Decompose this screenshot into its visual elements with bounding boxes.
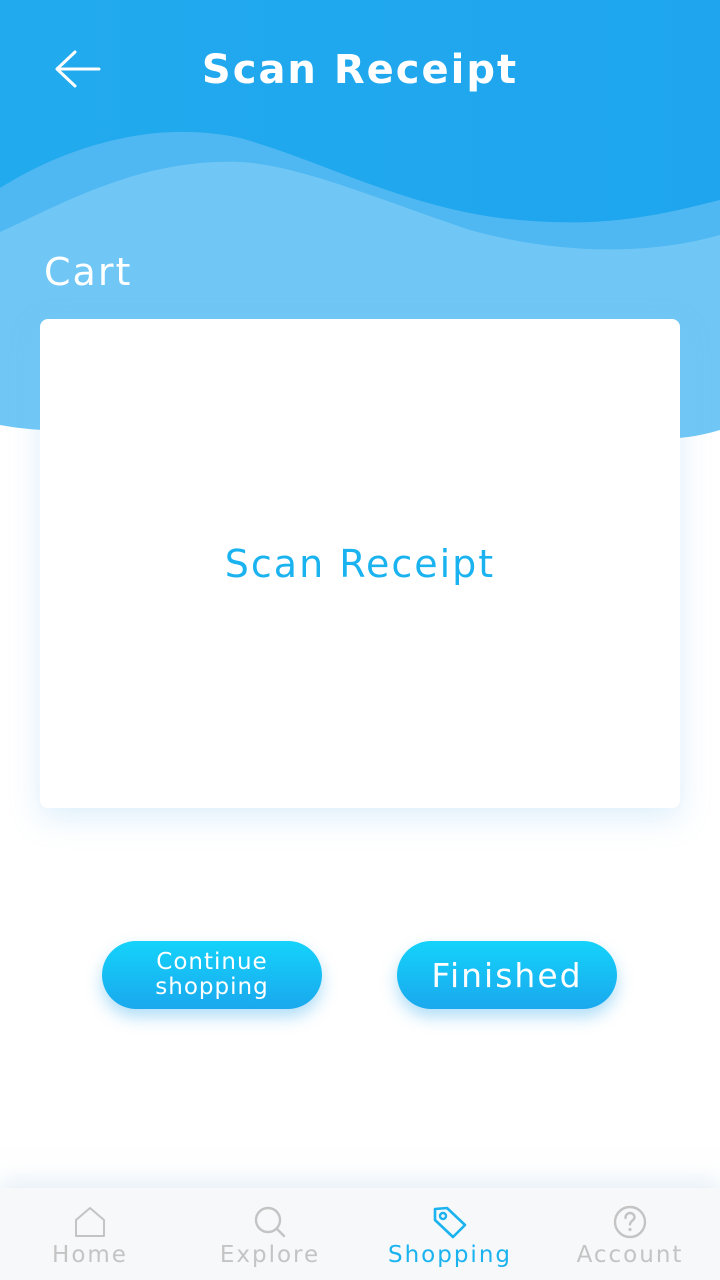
continue-shopping-button[interactable]: Continue shopping <box>102 941 322 1009</box>
app-header: Scan Receipt <box>0 0 720 140</box>
nav-item-account[interactable]: Account <box>540 1188 720 1280</box>
nav-label-explore: Explore <box>219 1242 321 1268</box>
continue-shopping-label: Continue shopping <box>155 949 269 1000</box>
nav-label-shopping: Shopping <box>387 1242 512 1268</box>
nav-item-explore[interactable]: Explore <box>180 1188 360 1280</box>
nav-item-home[interactable]: Home <box>0 1188 180 1280</box>
bottom-navigation: Home Explore Shopping Account <box>0 1188 720 1280</box>
home-icon <box>72 1204 108 1240</box>
arrow-left-icon <box>55 50 101 88</box>
help-circle-icon <box>612 1204 648 1240</box>
back-button[interactable] <box>48 44 106 94</box>
finished-label: Finished <box>431 955 583 995</box>
nav-item-shopping[interactable]: Shopping <box>360 1188 540 1280</box>
nav-label-home: Home <box>52 1242 128 1268</box>
cart-section-title: Cart <box>44 250 133 294</box>
tag-icon <box>432 1204 468 1240</box>
finished-button[interactable]: Finished <box>397 941 617 1009</box>
scan-receipt-screen: Scan Receipt Cart Scan Receipt Continue … <box>0 0 720 1280</box>
scan-receipt-card[interactable]: Scan Receipt <box>40 319 680 808</box>
search-icon <box>252 1204 288 1240</box>
scan-receipt-label: Scan Receipt <box>224 541 496 586</box>
page-title: Scan Receipt <box>201 47 519 93</box>
nav-label-account: Account <box>576 1242 684 1268</box>
